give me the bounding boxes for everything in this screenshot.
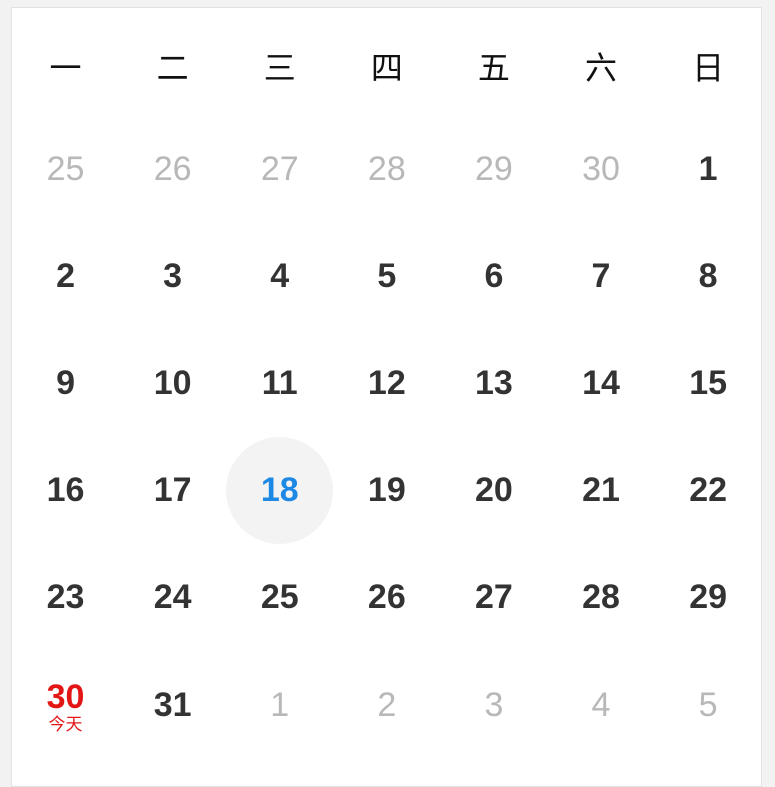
day-number: 4: [270, 256, 290, 295]
day-number: 25: [260, 578, 299, 617]
day-cell-today[interactable]: 30 今天: [12, 651, 119, 758]
day-cell[interactable]: 9: [12, 329, 119, 436]
day-cell[interactable]: 12: [333, 329, 440, 436]
day-number: 22: [689, 471, 728, 510]
day-cell[interactable]: 29: [655, 544, 762, 651]
day-number: 18: [260, 471, 299, 510]
day-cell[interactable]: 11: [226, 329, 333, 436]
day-number: 31: [153, 685, 192, 724]
day-cell[interactable]: 2: [12, 222, 119, 329]
day-number: 23: [46, 578, 85, 617]
day-grid: 25 26 27 28 29 30 1 2 3 4 5 6 7 8 9 10 11 12 13 14 15 16 17 18 1…: [12, 115, 761, 758]
day-number: 1: [270, 685, 290, 724]
day-number: 1: [698, 149, 718, 188]
day-cell[interactable]: 8: [655, 222, 762, 329]
day-number: 4: [591, 685, 611, 724]
day-number: 7: [591, 256, 611, 295]
day-number: 2: [56, 256, 75, 295]
day-number: 26: [153, 149, 192, 188]
day-cell[interactable]: 6: [440, 222, 547, 329]
day-cell[interactable]: 21: [547, 437, 654, 544]
day-number: 8: [698, 256, 718, 295]
day-cell[interactable]: 31: [119, 651, 226, 758]
day-cell[interactable]: 27: [226, 115, 333, 222]
day-cell[interactable]: 7: [547, 222, 654, 329]
day-cell-selected[interactable]: 18: [226, 436, 334, 544]
day-cell[interactable]: 5: [333, 222, 440, 329]
weekday-label: 三: [263, 48, 296, 87]
day-number: 28: [367, 149, 406, 188]
day-number: 28: [582, 578, 620, 617]
day-number: 12: [367, 363, 406, 402]
day-cell[interactable]: 30: [547, 115, 654, 222]
day-cell[interactable]: 4: [547, 651, 654, 758]
day-number: 2: [377, 685, 397, 724]
day-number: 30: [582, 149, 620, 188]
weekday-label: 一: [49, 48, 82, 87]
weekday-header: 一 二 三 四 五 六 日: [12, 8, 761, 115]
day-cell[interactable]: 25: [226, 544, 333, 651]
day-number: 27: [260, 149, 299, 188]
day-cell[interactable]: 26: [333, 544, 440, 651]
day-cell[interactable]: 3: [440, 651, 547, 758]
day-cell[interactable]: 20: [440, 437, 547, 544]
day-number: 5: [698, 685, 718, 724]
day-cell[interactable]: 15: [655, 329, 762, 436]
day-number: 5: [377, 256, 397, 295]
day-number: 3: [163, 256, 183, 295]
day-cell[interactable]: 26: [119, 115, 226, 222]
weekday-label: 五: [477, 48, 510, 87]
day-cell[interactable]: 28: [547, 544, 654, 651]
day-number: 14: [582, 363, 620, 402]
day-number: 20: [475, 471, 513, 510]
day-cell[interactable]: 28: [333, 115, 440, 222]
day-cell[interactable]: 16: [12, 437, 119, 544]
day-number: 26: [367, 578, 406, 617]
day-cell[interactable]: 23: [12, 544, 119, 651]
calendar: 一 二 三 四 五 六 日 25 26 27 28 29 30 1 2 3 4 5 6 7 8 9 10 11 1…: [11, 7, 762, 787]
day-cell[interactable]: 25: [12, 115, 119, 222]
day-number: 13: [475, 363, 513, 402]
day-number: 30: [46, 677, 85, 716]
day-number: 21: [582, 471, 620, 510]
day-cell[interactable]: 1: [655, 115, 762, 222]
day-number: 10: [153, 363, 192, 402]
weekday-label: 四: [370, 48, 403, 87]
day-number: 27: [475, 578, 513, 617]
day-number: 17: [153, 471, 192, 510]
weekday-label: 日: [692, 48, 725, 87]
day-cell[interactable]: 17: [119, 437, 226, 544]
day-number: 24: [153, 578, 192, 617]
day-cell[interactable]: 13: [440, 329, 547, 436]
day-cell[interactable]: 24: [119, 544, 226, 651]
day-cell[interactable]: 1: [226, 651, 333, 758]
day-cell[interactable]: 14: [547, 329, 654, 436]
day-number: 15: [689, 363, 728, 402]
day-number: 29: [475, 149, 513, 188]
day-cell[interactable]: 10: [119, 329, 226, 436]
day-number: 16: [46, 471, 85, 510]
today-label: 今天: [48, 714, 83, 735]
day-number: 11: [261, 363, 298, 402]
day-cell[interactable]: 22: [655, 437, 762, 544]
day-cell[interactable]: 27: [440, 544, 547, 651]
day-number: 3: [484, 685, 504, 724]
day-cell[interactable]: 29: [440, 115, 547, 222]
day-number: 29: [689, 578, 728, 617]
day-number: 9: [56, 363, 75, 402]
day-cell[interactable]: 19: [333, 437, 440, 544]
day-cell[interactable]: 5: [655, 651, 762, 758]
day-cell[interactable]: 2: [333, 651, 440, 758]
day-number: 25: [46, 149, 85, 188]
day-number: 6: [484, 256, 504, 295]
weekday-label: 二: [156, 48, 189, 87]
day-cell[interactable]: 3: [119, 222, 226, 329]
weekday-label: 六: [585, 48, 618, 87]
day-cell[interactable]: 4: [226, 222, 333, 329]
day-number: 19: [367, 471, 406, 510]
